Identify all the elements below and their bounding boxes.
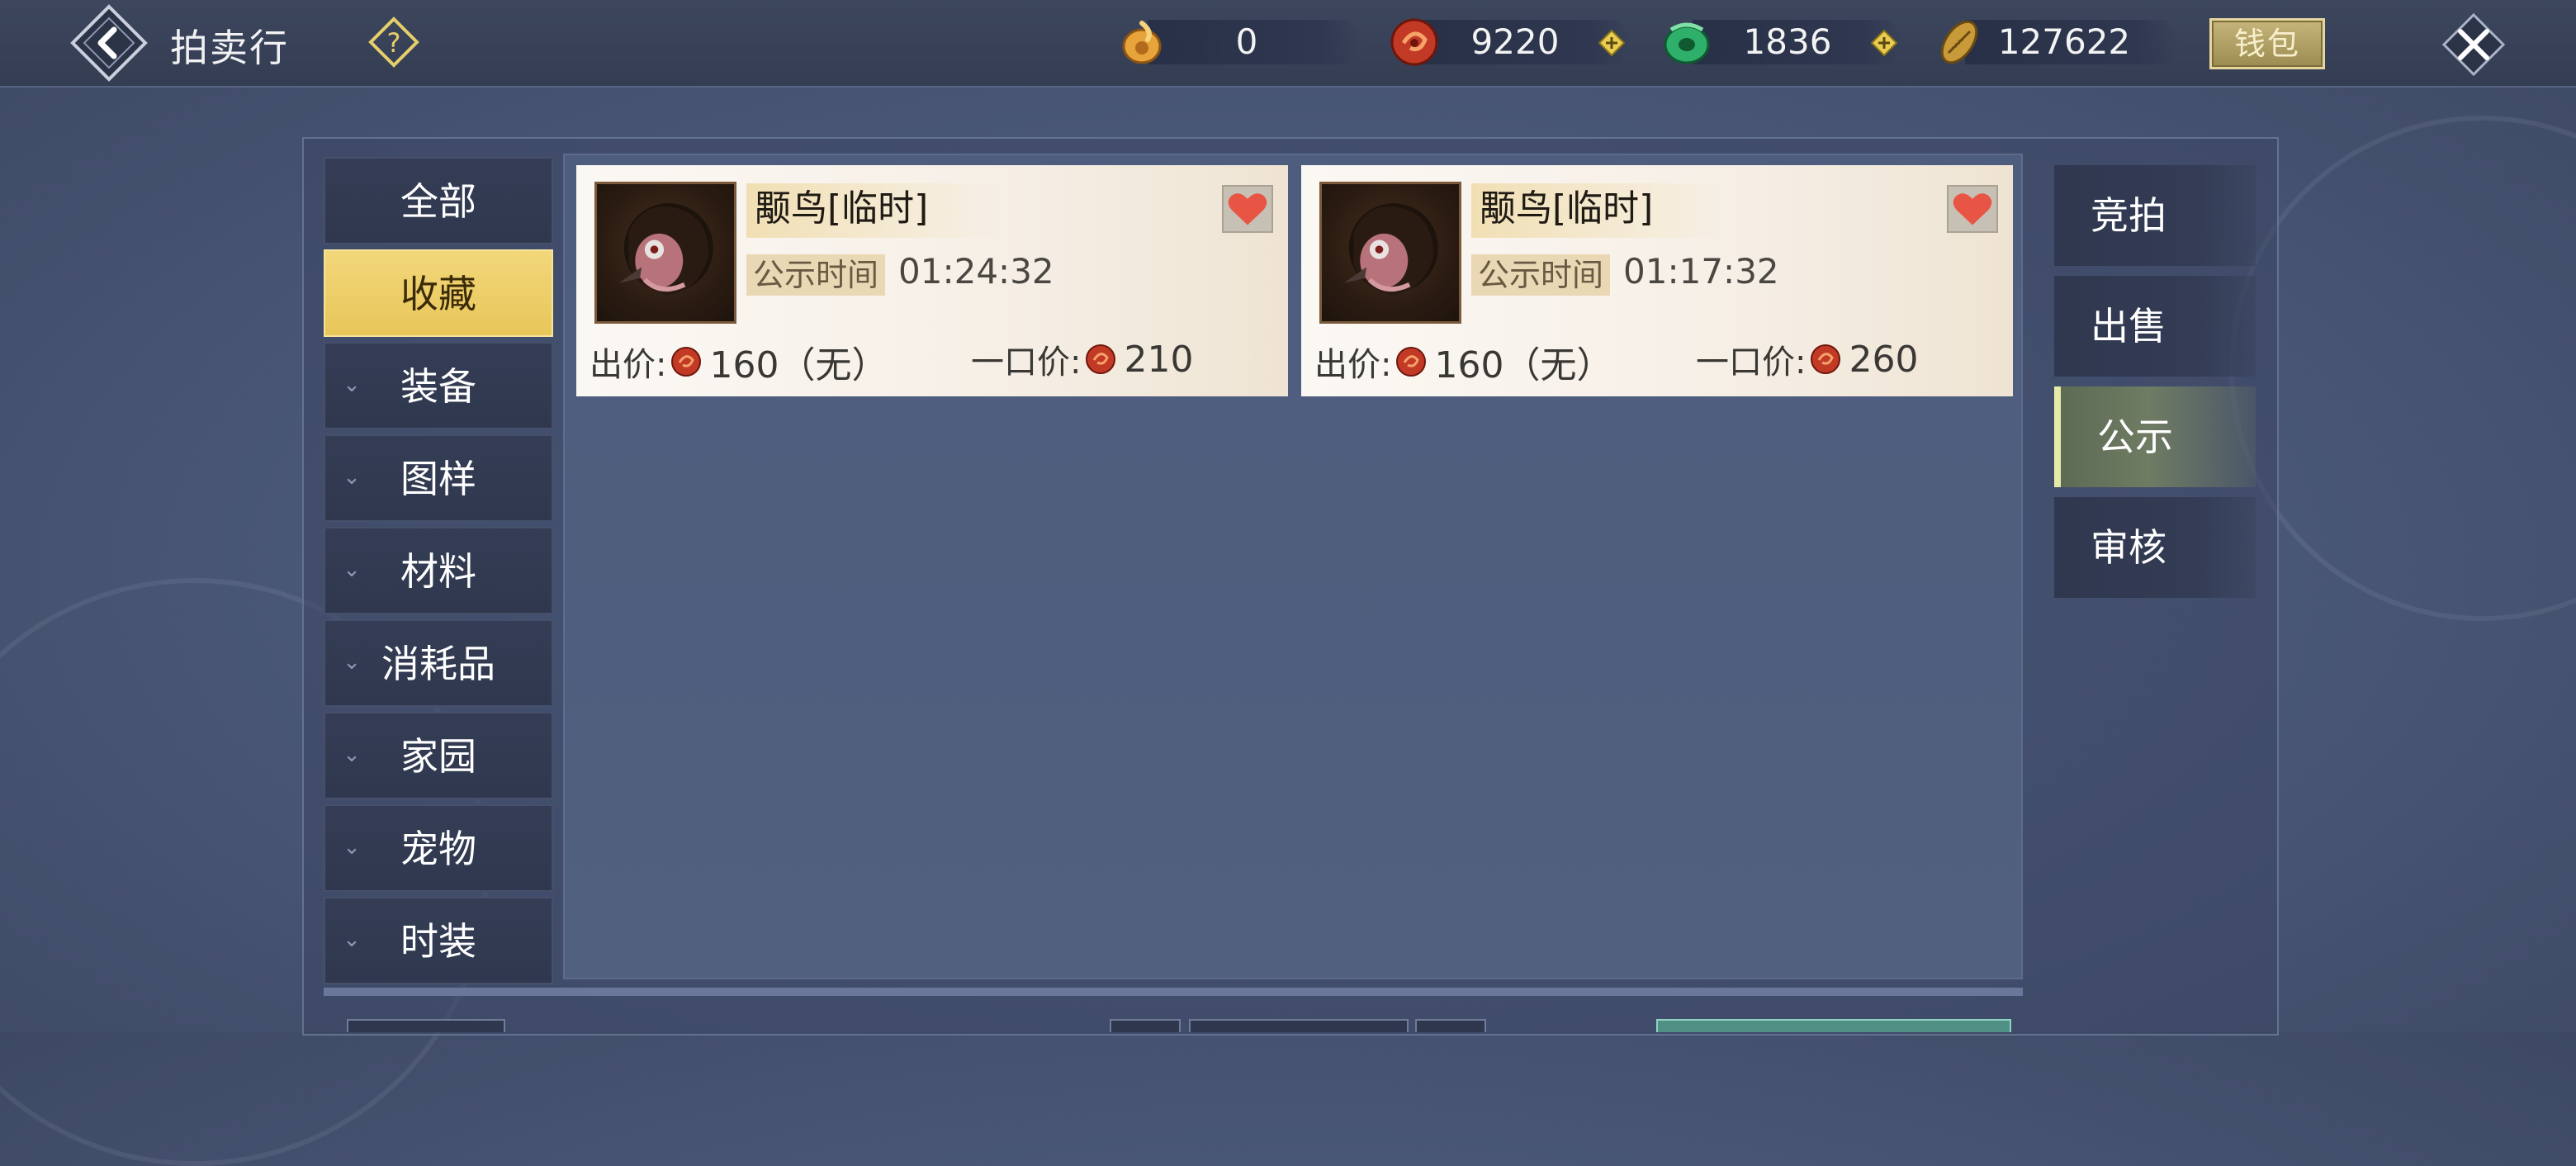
heart-icon <box>1953 193 1992 225</box>
chevron-down-icon: ⌄ <box>343 465 361 490</box>
category-tab-equipment[interactable]: ⌄ 装备 <box>324 342 553 429</box>
gold-coin-icon <box>1122 21 1162 64</box>
item-bird-icon <box>594 182 736 324</box>
item-name: 颙鸟[临时] <box>746 183 1002 238</box>
jade-coin-icon <box>1664 22 1710 64</box>
red-coin-icon <box>1086 344 1116 374</box>
bid-price-label: 出价: <box>590 346 667 384</box>
favorite-button[interactable] <box>1222 185 1273 233</box>
item-name: 颙鸟[临时] <box>1471 183 1727 238</box>
category-tab-label: 宠物 <box>400 827 476 871</box>
chevron-down-icon: ⌄ <box>343 557 361 582</box>
svg-text:?: ? <box>387 27 401 59</box>
heart-icon <box>1228 193 1267 225</box>
category-tab-label: 收藏 <box>400 272 476 316</box>
buyout-price-value: 260 <box>1849 338 1919 381</box>
chevron-down-icon: ⌄ <box>343 650 361 675</box>
currency-jade-value: 1836 <box>1743 21 1832 62</box>
divider <box>324 988 2023 996</box>
currency-red-value: 9220 <box>1470 21 1560 62</box>
bottom-control[interactable] <box>347 1019 505 1032</box>
tab-publicity[interactable]: 公示 <box>2054 386 2256 487</box>
chevron-down-icon: ⌄ <box>343 835 361 860</box>
red-coin-icon <box>1811 344 1841 374</box>
category-tab-all[interactable]: 全部 <box>324 157 553 244</box>
category-tab-label: 消耗品 <box>381 642 495 686</box>
currency-red: 9220 <box>1387 15 1635 69</box>
tab-review[interactable]: 审核 <box>2054 497 2256 598</box>
chevron-down-icon: ⌄ <box>343 927 361 952</box>
currency-gold-value: 0 <box>1235 21 1258 62</box>
category-tab-label: 图样 <box>400 457 476 501</box>
page-indicator <box>1189 1019 1409 1032</box>
add-currency-icon[interactable] <box>1871 30 1897 56</box>
currency-jade: 1836 <box>1660 15 1907 69</box>
publicity-time-value: 01:24:32 <box>898 251 1054 292</box>
wallet-button[interactable]: 钱包 <box>2209 18 2325 69</box>
publicity-time-label: 公示时间 <box>746 254 886 296</box>
add-currency-icon[interactable] <box>1598 30 1625 56</box>
category-tab-pets[interactable]: ⌄ 宠物 <box>324 804 553 892</box>
bid-price: 出价: 160（无） <box>1314 335 1612 388</box>
bid-price: 出价: 160（无） <box>590 335 888 388</box>
page-next-button[interactable] <box>1415 1019 1486 1032</box>
item-bird-icon <box>1319 182 1461 324</box>
buyout-price: 一口价: 260 <box>1696 335 1918 383</box>
category-tab-consumables[interactable]: ⌄ 消耗品 <box>324 619 553 707</box>
red-coin-icon <box>671 347 702 377</box>
buyout-price: 一口价: 210 <box>971 335 1193 383</box>
back-arrow-icon[interactable] <box>69 3 149 83</box>
bid-price-value: 160（无） <box>1434 344 1613 386</box>
buyout-price-value: 210 <box>1124 338 1194 381</box>
buyout-price-label: 一口价: <box>971 344 1082 382</box>
category-tab-label: 全部 <box>400 179 476 224</box>
publicity-time-label: 公示时间 <box>1471 254 1611 296</box>
top-bar: 拍卖行 ? 0 9220 1836 127622 钱包 <box>0 0 2576 88</box>
page-title: 拍卖行 <box>170 26 289 70</box>
red-coin-icon <box>1396 347 1427 377</box>
chevron-down-icon: ⌄ <box>343 742 361 767</box>
chevron-down-icon: ⌄ <box>343 372 361 397</box>
category-tab-fashion[interactable]: ⌄ 时装 <box>324 897 553 984</box>
tab-auction[interactable]: 竞拍 <box>2054 165 2256 266</box>
category-tab-label: 家园 <box>400 734 476 779</box>
action-button[interactable] <box>1656 1019 2011 1032</box>
bid-price-value: 160（无） <box>709 344 888 386</box>
item-card[interactable]: 颙鸟[临时] 公示时间 01:17:32 出价: 160（无） 一口价: 260 <box>1301 165 2013 396</box>
currency-gold: 0 <box>1115 15 1362 69</box>
bid-price-label: 出价: <box>1314 346 1392 384</box>
favorite-button[interactable] <box>1947 185 1998 233</box>
currency-shell-value: 127622 <box>1997 21 2131 62</box>
buyout-price-label: 一口价: <box>1696 344 1807 382</box>
item-card[interactable]: 颙鸟[临时] 公示时间 01:24:32 出价: 160（无） 一口价: 210 <box>576 165 1288 396</box>
category-tab-label: 装备 <box>400 364 476 409</box>
currency-shell: 127622 <box>1932 15 2180 69</box>
page-prev-button[interactable] <box>1110 1019 1181 1032</box>
background-decoration <box>2229 116 2576 621</box>
tab-sell[interactable]: 出售 <box>2054 276 2256 377</box>
help-icon[interactable]: ? <box>368 17 419 68</box>
category-tab-materials[interactable]: ⌄ 材料 <box>324 527 553 614</box>
category-tab-label: 材料 <box>400 549 476 594</box>
publicity-time-value: 01:17:32 <box>1623 251 1779 292</box>
close-icon[interactable] <box>2441 12 2507 78</box>
category-tab-home[interactable]: ⌄ 家园 <box>324 712 553 799</box>
item-list[interactable]: 颙鸟[临时] 公示时间 01:24:32 出价: 160（无） 一口价: 210 <box>563 154 2023 979</box>
category-tab-patterns[interactable]: ⌄ 图样 <box>324 434 553 522</box>
red-coin-icon <box>1390 18 1438 66</box>
category-tab-label: 时装 <box>400 919 476 964</box>
category-tab-favorites[interactable]: 收藏 <box>324 249 553 337</box>
gold-shell-icon <box>1940 20 1978 64</box>
